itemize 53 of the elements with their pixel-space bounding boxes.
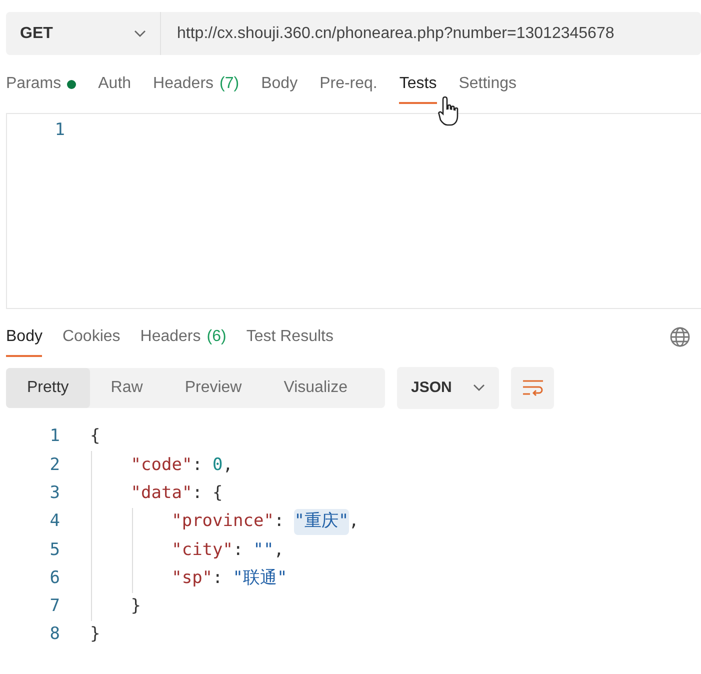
code-token: , xyxy=(348,510,359,534)
view-mode-tab[interactable]: Raw xyxy=(90,368,164,408)
view-mode-tab[interactable]: Visualize xyxy=(262,368,368,408)
request-tab[interactable]: Auth xyxy=(98,66,132,102)
line-number: 6 xyxy=(48,566,61,590)
code-token: : xyxy=(212,566,223,590)
code-token: { xyxy=(212,482,223,505)
code-token: , xyxy=(274,538,284,562)
code-token: } xyxy=(130,595,142,618)
code-token: : xyxy=(233,538,244,562)
wrap-button[interactable] xyxy=(511,367,554,409)
code-token: "data" xyxy=(130,482,192,505)
line-number: 4 xyxy=(48,510,61,534)
response-tab[interactable]: Headers (6) xyxy=(140,319,226,355)
code-token: 0 xyxy=(212,454,223,477)
request-tab[interactable]: Params xyxy=(6,66,76,102)
wrap-lines-icon xyxy=(522,379,544,397)
code-token: "联通" xyxy=(232,566,288,590)
response-tab[interactable]: Test Results xyxy=(246,319,334,355)
code-token: , xyxy=(222,454,233,477)
view-mode-tab[interactable]: Preview xyxy=(164,368,263,408)
response-tab[interactable]: Cookies xyxy=(62,319,120,355)
response-tab[interactable]: Body xyxy=(6,319,42,355)
code-token: } xyxy=(90,623,100,646)
code-token: "" xyxy=(253,538,274,562)
globe-icon[interactable] xyxy=(669,326,691,348)
code-token: "重庆" xyxy=(294,509,349,535)
code-token: "sp" xyxy=(172,566,213,590)
code-token: : xyxy=(192,454,202,477)
request-tab[interactable]: Settings xyxy=(458,66,517,102)
request-tab[interactable]: Pre-req. xyxy=(320,66,378,102)
code-token: : xyxy=(192,482,202,505)
line-number: 1 xyxy=(48,425,61,448)
line-number: 1 xyxy=(54,119,66,142)
method-select[interactable]: GET xyxy=(6,12,161,55)
code-token: "city" xyxy=(172,538,234,562)
view-mode-tab[interactable]: Pretty xyxy=(6,368,90,408)
code-token: "code" xyxy=(130,454,192,477)
code-token: : xyxy=(274,510,284,534)
chevron-down-icon xyxy=(134,30,146,38)
request-tab[interactable]: Tests xyxy=(399,66,437,102)
line-number: 3 xyxy=(48,482,61,505)
format-select[interactable]: JSON xyxy=(397,367,499,409)
line-number: 7 xyxy=(48,595,61,618)
line-number: 8 xyxy=(48,623,61,646)
code-token: { xyxy=(90,425,100,448)
url-field[interactable]: http://cx.shouji.360.cn/phonearea.php?number=13012345678 xyxy=(161,12,701,55)
line-number: 2 xyxy=(48,454,61,477)
chevron-down-icon xyxy=(473,384,485,392)
request-tab[interactable]: Body xyxy=(261,66,298,102)
code-token: "province" xyxy=(172,510,274,534)
request-tab[interactable]: Headers (7) xyxy=(153,66,240,102)
line-number: 5 xyxy=(48,538,61,562)
